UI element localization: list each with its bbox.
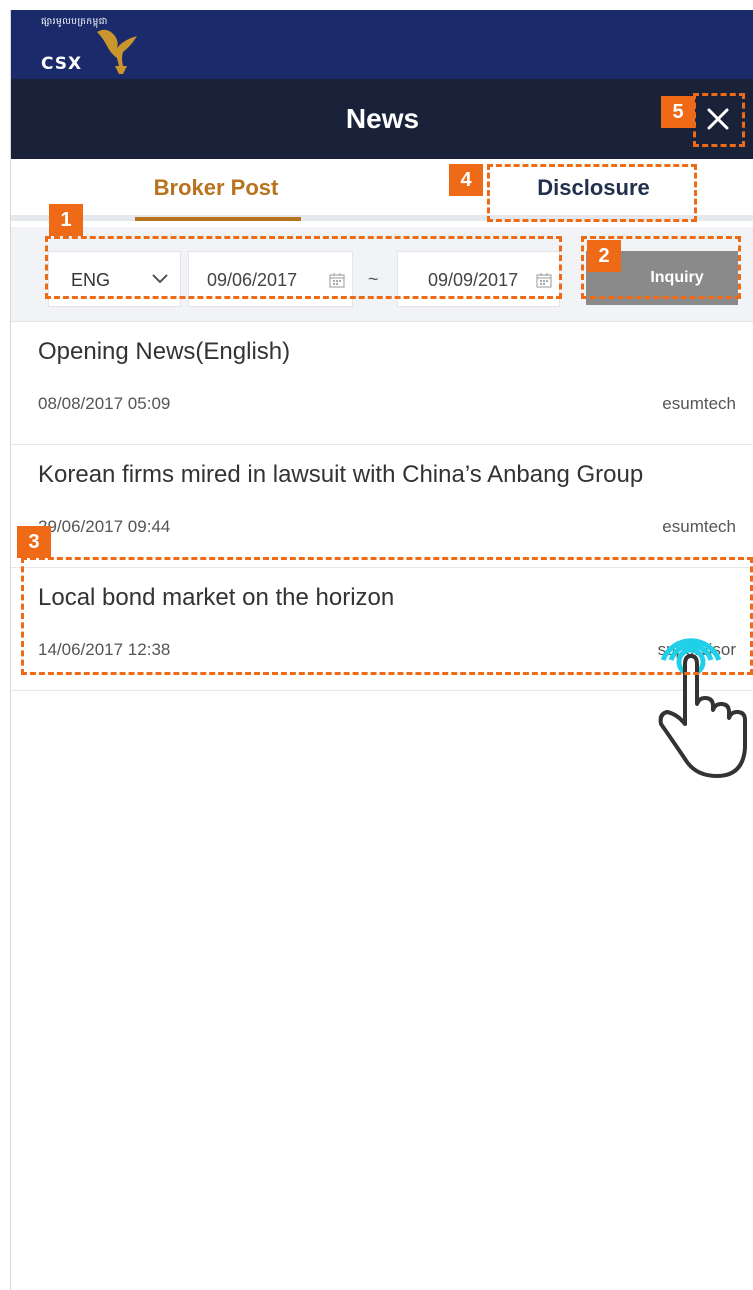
language-select[interactable]: ENG [48,251,181,307]
tab-broker-post[interactable]: Broker Post [131,159,301,221]
app-frame: ផ្សារមូលបត្រកម្ពុជា CSX News Broker Post… [10,10,753,1290]
tap-hand-icon [658,638,747,778]
active-tab-indicator [135,217,301,221]
news-date: 29/06/2017 09:44 [38,517,171,536]
close-icon [707,108,729,130]
tab-disclosure[interactable]: Disclosure [491,159,696,221]
tab-bar: Broker Post Disclosure [11,159,753,221]
filter-bar: ENG 09/06/2017 ~ 09/09/2017 Inquiry [11,227,753,322]
callout-badge-4: 4 [449,164,483,196]
news-item[interactable]: Korean firms mired in lawsuit with China… [11,445,753,568]
page-title: News [345,103,420,134]
date-from-field[interactable]: 09/06/2017 [188,251,353,307]
callout-badge-2: 2 [587,240,621,272]
calendar-icon [536,273,552,288]
news-title: Local bond market on the horizon [38,584,395,611]
date-range-separator: ~ [368,269,379,289]
news-date: 08/08/2017 05:09 [38,394,171,413]
news-title: Opening News(English) [38,338,291,365]
bird-logo-icon [97,29,137,74]
title-bar: News [11,79,753,159]
close-button[interactable] [701,102,735,136]
date-to-field[interactable]: 09/09/2017 [397,251,560,307]
tab-broker-post-label: Broker Post [153,175,279,200]
date-from-value: 09/06/2017 [207,270,298,290]
news-date: 14/06/2017 12:38 [38,640,171,659]
news-item[interactable]: Opening News(English) 08/08/2017 05:09 e… [11,322,753,445]
news-author: esumtech [662,394,736,413]
logo-abbr: CSX [41,54,83,74]
date-to-value: 09/09/2017 [428,270,519,290]
chevron-down-icon [152,274,168,284]
callout-badge-1: 1 [49,204,83,236]
callout-badge-3: 3 [17,526,51,558]
tab-disclosure-label: Disclosure [537,175,650,200]
news-author: esumtech [662,517,736,536]
brand-bar: ផ្សារមូលបត្រកម្ពុជា CSX [11,10,753,79]
news-title: Korean firms mired in lawsuit with China… [38,461,644,488]
language-value: ENG [71,270,111,290]
calendar-icon [329,273,345,288]
csx-logo: ផ្សារមូលបត្រកម្ពុជា CSX [41,14,151,76]
callout-badge-5: 5 [661,96,695,128]
